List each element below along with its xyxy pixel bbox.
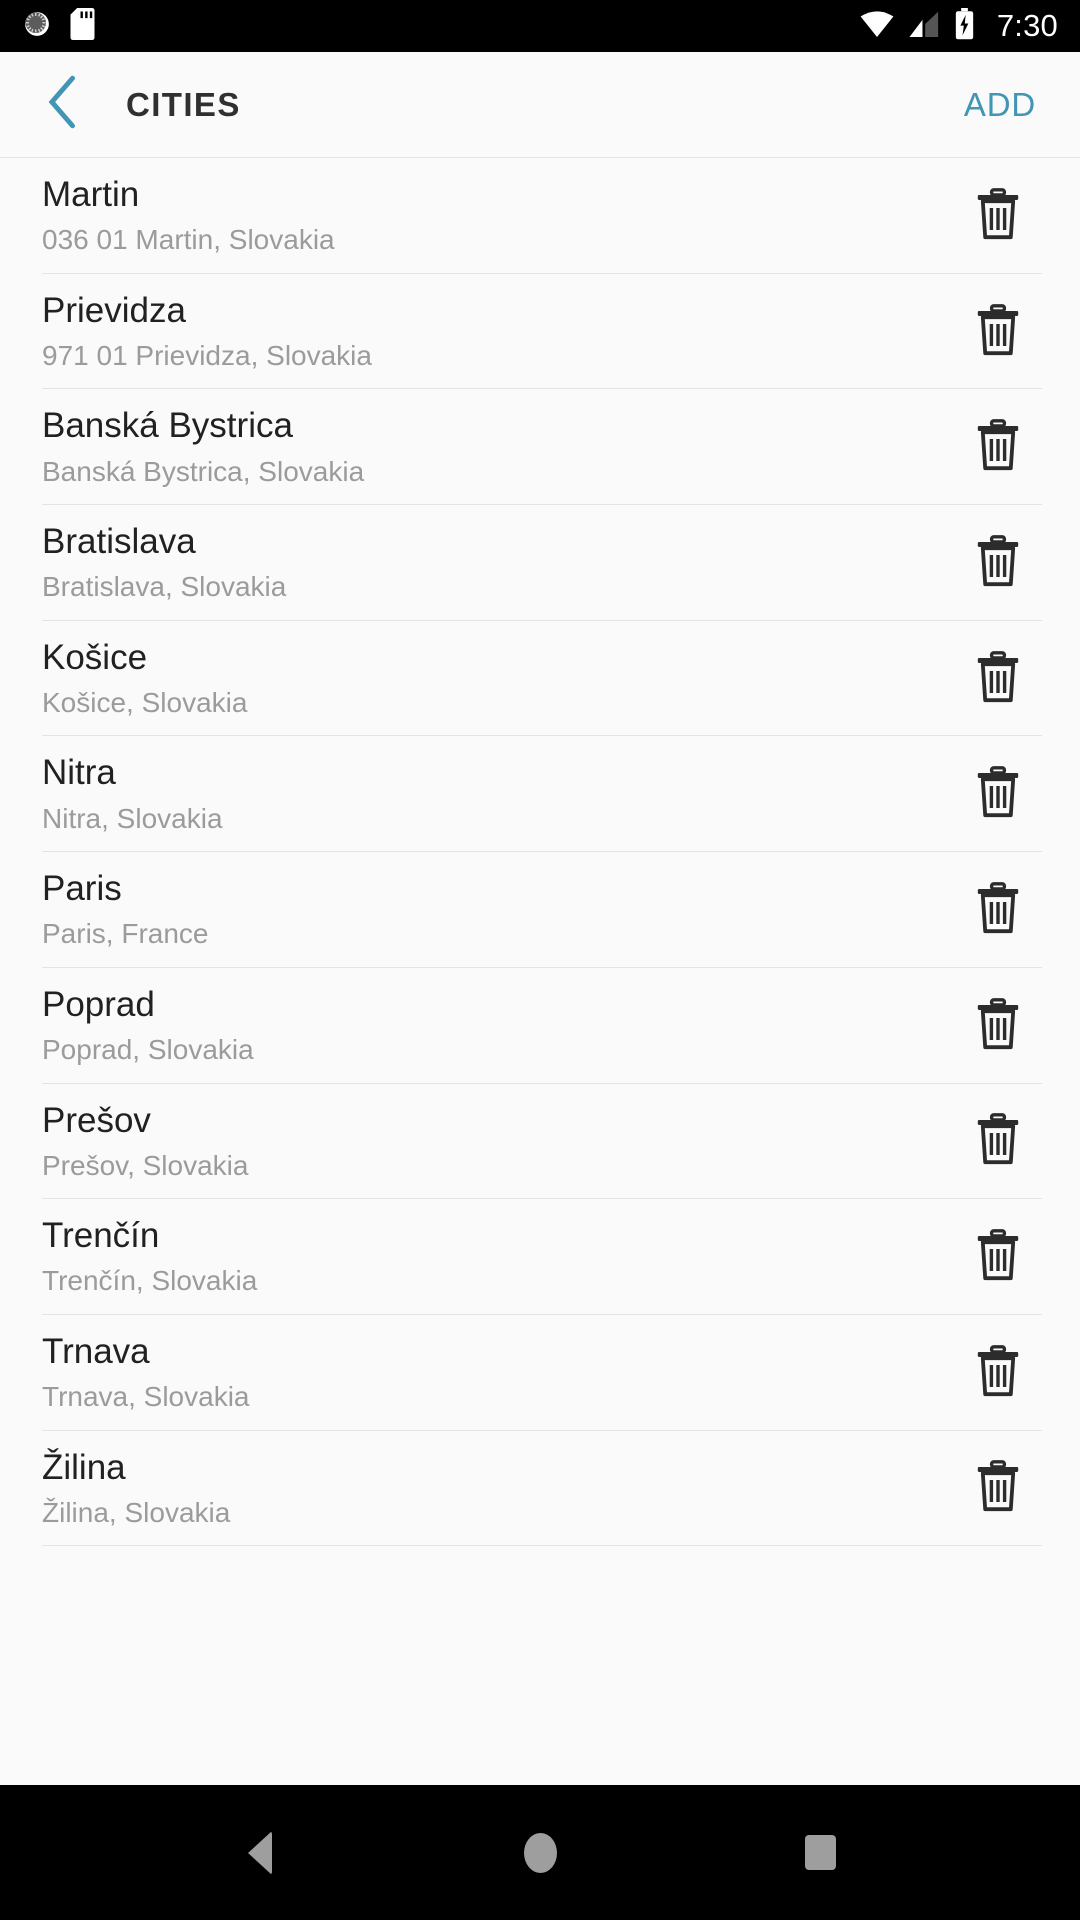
back-button[interactable]: [34, 75, 92, 134]
list-item[interactable]: Bratislava Bratislava, Slovakia: [42, 505, 1042, 621]
list-item-texts: Trenčín Trenčín, Slovakia: [42, 1215, 960, 1300]
city-name: Žilina: [42, 1447, 126, 1487]
delete-button[interactable]: [960, 1335, 1036, 1411]
trash-icon: [975, 535, 1021, 592]
city-address: Banská Bystrica, Slovakia: [42, 455, 365, 487]
trash-icon: [975, 419, 1021, 476]
sync-circle-icon: [22, 9, 52, 44]
list-item-texts: Martin 036 01 Martin, Slovakia: [42, 174, 960, 259]
delete-button[interactable]: [960, 178, 1036, 254]
home-circle-icon: [523, 1832, 557, 1873]
city-name: Trnava: [42, 1331, 150, 1371]
system-navigation-bar: [0, 1785, 1080, 1920]
nav-back-button[interactable]: [205, 1798, 315, 1908]
list-item-texts: Prešov Prešov, Slovakia: [42, 1100, 960, 1185]
trash-icon: [975, 187, 1021, 245]
list-item[interactable]: Martin 036 01 Martin, Slovakia: [42, 158, 1042, 274]
cell-signal-icon: [908, 9, 941, 44]
city-name: Prešov: [42, 1100, 151, 1140]
status-bar: 7:30: [0, 0, 1080, 52]
delete-button[interactable]: [960, 872, 1036, 948]
nav-home-button[interactable]: [485, 1798, 595, 1908]
list-item-texts: Prievidza 971 01 Prievidza, Slovakia: [42, 290, 960, 375]
list-item-texts: Banská Bystrica Banská Bystrica, Slovaki…: [42, 405, 960, 490]
city-name: Banská Bystrica: [42, 406, 293, 446]
city-name: Prievidza: [42, 290, 186, 330]
list-item-texts: Poprad Poprad, Slovakia: [42, 984, 960, 1069]
city-name: Paris: [42, 869, 122, 909]
delete-button[interactable]: [960, 410, 1036, 486]
city-address: 971 01 Prievidza, Slovakia: [42, 339, 372, 371]
city-address: Žilina, Slovakia: [42, 1496, 231, 1528]
wifi-icon: [859, 9, 895, 44]
delete-button[interactable]: [960, 757, 1036, 833]
list-item-texts: Žilina Žilina, Slovakia: [42, 1447, 960, 1532]
list-item-texts: Paris Paris, France: [42, 868, 960, 953]
city-name: Košice: [42, 637, 148, 677]
delete-button[interactable]: [960, 1104, 1036, 1180]
city-address: Prešov, Slovakia: [42, 1149, 249, 1181]
add-button[interactable]: ADD: [958, 76, 1042, 134]
trash-icon: [975, 882, 1021, 939]
list-item-texts: Nitra Nitra, Slovakia: [42, 752, 960, 837]
trash-icon: [975, 1229, 1021, 1286]
trash-icon: [975, 303, 1021, 361]
list-item[interactable]: Trnava Trnava, Slovakia: [42, 1315, 1042, 1431]
list-item-texts: Košice Košice, Slovakia: [42, 637, 960, 722]
trash-icon: [975, 650, 1021, 708]
list-item[interactable]: Prievidza 971 01 Prievidza, Slovakia: [42, 274, 1042, 390]
list-item-texts: Bratislava Bratislava, Slovakia: [42, 521, 960, 606]
status-bar-left-icons: [22, 7, 95, 45]
city-list[interactable]: Martin 036 01 Martin, Slovakia Prievidza…: [0, 158, 1080, 1785]
city-address: Paris, France: [42, 918, 209, 950]
status-bar-clock: 7:30: [996, 8, 1058, 43]
list-item[interactable]: Trenčín Trenčín, Slovakia: [42, 1199, 1042, 1315]
trash-icon: [975, 1344, 1021, 1402]
delete-button[interactable]: [960, 1220, 1036, 1296]
delete-button[interactable]: [960, 1451, 1036, 1527]
city-address: Trnava, Slovakia: [42, 1381, 250, 1413]
delete-button[interactable]: [960, 294, 1036, 370]
trash-icon: [975, 1113, 1021, 1170]
city-address: Poprad, Slovakia: [42, 1034, 254, 1066]
battery-charging-icon: [954, 7, 975, 45]
city-address: Trenčín, Slovakia: [42, 1265, 258, 1297]
nav-recents-button[interactable]: [765, 1798, 875, 1908]
sd-card-icon: [70, 7, 95, 45]
list-item[interactable]: Banská Bystrica Banská Bystrica, Slovaki…: [42, 389, 1042, 506]
list-item-texts: Trnava Trnava, Slovakia: [42, 1331, 960, 1416]
city-name: Nitra: [42, 753, 116, 793]
app-bar: CITIES ADD: [0, 52, 1080, 158]
list-item[interactable]: Košice Košice, Slovakia: [42, 621, 1042, 737]
status-bar-right-icons: 7:30: [859, 7, 1058, 45]
trash-icon: [975, 766, 1021, 823]
delete-button[interactable]: [960, 641, 1036, 717]
list-item[interactable]: Poprad Poprad, Slovakia: [42, 968, 1042, 1084]
city-address: Košice, Slovakia: [42, 687, 248, 719]
city-name: Trenčín: [42, 1216, 160, 1256]
city-name: Poprad: [42, 984, 155, 1024]
city-address: 036 01 Martin, Slovakia: [42, 224, 335, 256]
city-address: Nitra, Slovakia: [42, 802, 223, 834]
page-title: CITIES: [126, 85, 241, 123]
back-triangle-icon: [248, 1830, 272, 1875]
delete-button[interactable]: [960, 988, 1036, 1064]
city-address: Bratislava, Slovakia: [42, 571, 287, 603]
list-item[interactable]: Žilina Žilina, Slovakia: [42, 1431, 1042, 1547]
recents-square-icon: [804, 1835, 836, 1870]
list-item[interactable]: Nitra Nitra, Slovakia: [42, 736, 1042, 853]
delete-button[interactable]: [960, 525, 1036, 601]
city-name: Bratislava: [42, 522, 196, 562]
trash-icon: [975, 997, 1021, 1055]
city-name: Martin: [42, 175, 140, 214]
phone-screen: 7:30 CITIES ADD Martin 036 01 Martin, Sl…: [0, 0, 1080, 1920]
chevron-left-icon: [43, 75, 83, 134]
list-item[interactable]: Paris Paris, France: [42, 852, 1042, 968]
list-item[interactable]: Prešov Prešov, Slovakia: [42, 1084, 1042, 1200]
trash-icon: [975, 1460, 1021, 1517]
